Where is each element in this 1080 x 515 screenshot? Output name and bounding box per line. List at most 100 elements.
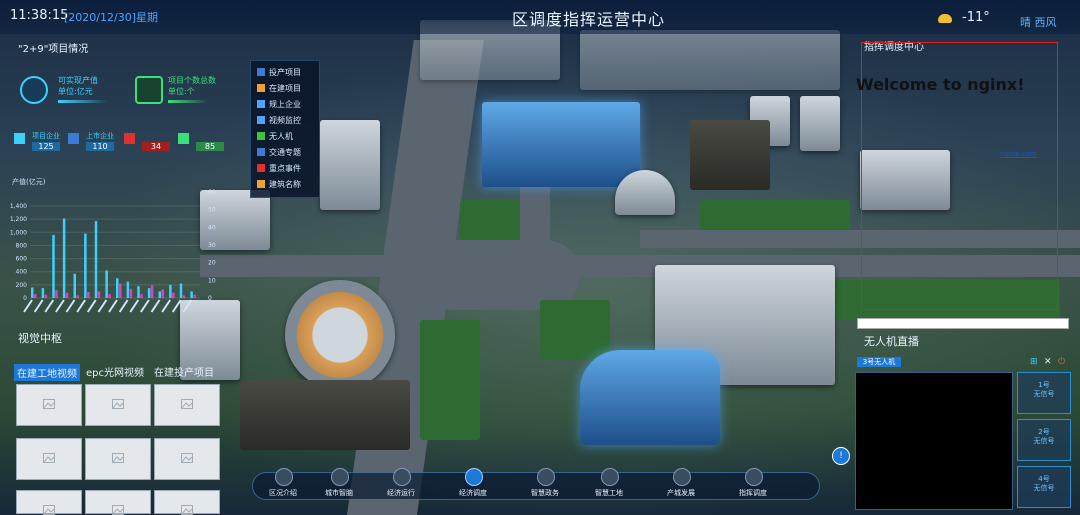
legend-item[interactable]: 规上企业 bbox=[257, 99, 301, 110]
legend-label: 重点事件 bbox=[269, 164, 301, 173]
building-icon bbox=[135, 76, 163, 104]
project-panel-title: "2+9"项目情况 bbox=[18, 44, 89, 55]
nav-item[interactable]: 智慧政务 bbox=[520, 488, 570, 498]
nav-item[interactable]: 指挥调度 bbox=[728, 488, 778, 498]
stat-label: 项目个数总数 bbox=[168, 76, 216, 85]
drone-slot[interactable]: 4号 无信号 bbox=[1017, 466, 1071, 508]
nav-icon[interactable] bbox=[537, 468, 555, 486]
legend-item[interactable]: 建筑名称 bbox=[257, 179, 301, 190]
horizontal-scrollbar[interactable] bbox=[857, 318, 1069, 329]
mini-label: 上市企业 bbox=[86, 132, 114, 140]
stat-bar bbox=[168, 100, 208, 103]
bar bbox=[55, 290, 58, 298]
legend-label: 无人机 bbox=[269, 132, 293, 141]
info-icon[interactable]: ! bbox=[832, 447, 850, 465]
video-thumbnail[interactable] bbox=[85, 384, 151, 426]
tab-construction-video[interactable]: 在建工地视频 bbox=[14, 364, 80, 381]
nav-icon[interactable] bbox=[465, 468, 483, 486]
x-tick-label bbox=[65, 299, 76, 313]
nav-icon[interactable] bbox=[275, 468, 293, 486]
building bbox=[690, 120, 770, 190]
bar bbox=[44, 294, 48, 298]
nav-icon[interactable] bbox=[393, 468, 411, 486]
drone-slot[interactable]: 1号 无信号 bbox=[1017, 372, 1071, 414]
nav-item[interactable]: 产城发展 bbox=[656, 488, 706, 498]
video-thumbnail[interactable] bbox=[154, 438, 220, 480]
legend-item[interactable]: 视频监控 bbox=[257, 115, 301, 126]
date: [2020/12/30]星期 bbox=[64, 11, 158, 24]
y-tick-label: 400 bbox=[16, 269, 28, 276]
nginx-link[interactable]: nginx.com bbox=[1000, 150, 1037, 158]
nav-item[interactable]: 区况介绍 bbox=[258, 488, 308, 498]
video-thumbnail[interactable] bbox=[16, 490, 82, 515]
power-icon[interactable]: ⏻ bbox=[1058, 357, 1065, 367]
nav-item[interactable]: 经济调度 bbox=[448, 488, 498, 498]
clock: 11:38:15 bbox=[10, 8, 69, 23]
mini-value: 85 bbox=[196, 142, 224, 151]
tab-epc-video[interactable]: epc光网视频 bbox=[86, 364, 144, 379]
mini-value: 110 bbox=[86, 142, 114, 151]
company-icon bbox=[178, 133, 189, 144]
video-thumbnail[interactable] bbox=[16, 438, 82, 480]
legend-label: 建筑名称 bbox=[269, 180, 301, 189]
tab-production-projects[interactable]: 在建投产项目 bbox=[154, 364, 214, 379]
video-thumbnail[interactable] bbox=[154, 490, 220, 515]
money-bag-icon bbox=[20, 76, 48, 104]
y2-tick-label: 50 bbox=[208, 207, 216, 214]
nav-item[interactable]: 智慧工地 bbox=[584, 488, 634, 498]
nav-icon[interactable] bbox=[331, 468, 349, 486]
company-icon bbox=[124, 133, 135, 144]
y-tick-label: 1,400 bbox=[10, 203, 27, 210]
y-tick-label: 200 bbox=[16, 282, 28, 289]
drone-tab-3[interactable]: 3号无人机 bbox=[857, 357, 901, 367]
building bbox=[615, 170, 675, 215]
nav-item[interactable]: 经济运行 bbox=[376, 488, 426, 498]
legend-item[interactable]: 投产项目 bbox=[257, 67, 301, 78]
nav-icon[interactable] bbox=[745, 468, 763, 486]
drone-slot[interactable]: 2号 无信号 bbox=[1017, 419, 1071, 461]
nav-icon[interactable] bbox=[601, 468, 619, 486]
video-thumbnail[interactable] bbox=[85, 490, 151, 515]
drone-name: 4号 bbox=[1038, 475, 1050, 483]
legend-label: 规上企业 bbox=[269, 100, 301, 109]
legend-item[interactable]: 在建项目 bbox=[257, 83, 301, 94]
y-tick-label: 600 bbox=[16, 256, 28, 263]
video-section-title: 视觉中枢 bbox=[18, 332, 62, 345]
bar bbox=[126, 281, 130, 298]
layout-icon[interactable]: ⊞ bbox=[1030, 357, 1038, 367]
close-icon[interactable]: ✕ bbox=[1044, 357, 1052, 367]
legend-label: 视频监控 bbox=[269, 116, 301, 125]
image-icon bbox=[181, 399, 193, 409]
x-tick-label bbox=[97, 299, 108, 313]
temperature: -11° bbox=[962, 10, 990, 25]
company-icon bbox=[14, 133, 25, 144]
x-tick-label bbox=[129, 299, 140, 313]
legend-item[interactable]: 重点事件 bbox=[257, 163, 301, 174]
x-tick-label bbox=[33, 299, 44, 313]
bar bbox=[108, 294, 111, 298]
video-thumbnail[interactable] bbox=[85, 438, 151, 480]
drone-video-player[interactable] bbox=[855, 372, 1013, 510]
nav-icon[interactable] bbox=[673, 468, 691, 486]
layer-icon bbox=[257, 100, 265, 108]
main-building[interactable] bbox=[482, 102, 640, 187]
x-tick-label bbox=[108, 299, 118, 313]
building bbox=[800, 96, 840, 151]
bar bbox=[65, 292, 69, 298]
round-building[interactable] bbox=[285, 280, 395, 390]
x-tick-label bbox=[76, 299, 86, 313]
video-thumbnail[interactable] bbox=[154, 384, 220, 426]
mini-value: 125 bbox=[32, 142, 60, 151]
image-icon bbox=[112, 505, 124, 515]
nav-item[interactable]: 城市智脑 bbox=[314, 488, 364, 498]
video-thumbnail[interactable] bbox=[16, 384, 82, 426]
x-tick-label bbox=[44, 299, 55, 313]
glass-building[interactable] bbox=[580, 350, 720, 445]
image-icon bbox=[112, 399, 124, 409]
legend-item[interactable]: 交通专题 bbox=[257, 147, 301, 158]
y-tick-label: 1,000 bbox=[10, 229, 27, 236]
y2-tick-label: 0 bbox=[208, 295, 212, 302]
legend-item[interactable]: 无人机 bbox=[257, 131, 293, 142]
stat-unit: 单位:亿元 bbox=[58, 87, 93, 96]
image-icon bbox=[43, 399, 55, 409]
